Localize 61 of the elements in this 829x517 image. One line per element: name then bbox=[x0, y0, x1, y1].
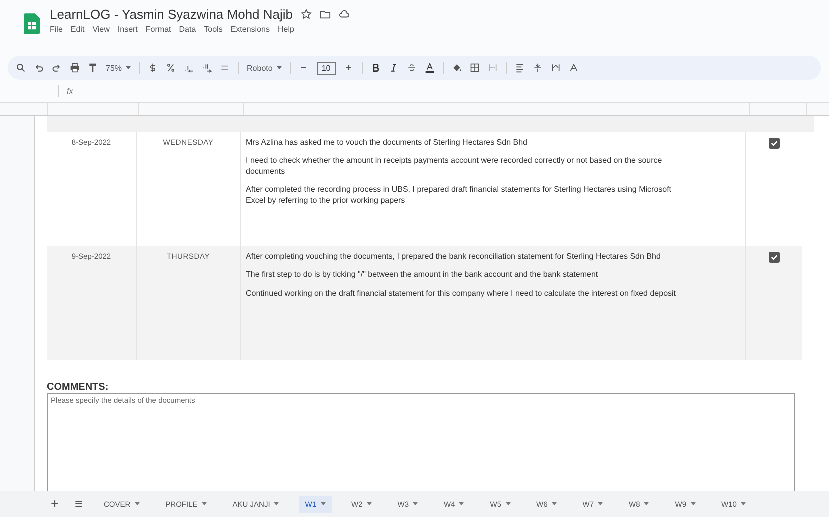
percent-icon[interactable] bbox=[166, 63, 176, 73]
checkbox[interactable] bbox=[768, 252, 780, 263]
formula-label: fx bbox=[67, 86, 74, 96]
font-size-field[interactable]: 10 bbox=[316, 62, 336, 74]
checkbox[interactable] bbox=[768, 138, 780, 149]
caret-icon[interactable] bbox=[126, 66, 132, 70]
note-text: After completing vouching the documents, I prepared the bank reconciliation statement for Sterling Hectares Sdn Bhd bbox=[246, 252, 662, 262]
currency-icon[interactable] bbox=[148, 63, 158, 73]
caret-icon[interactable] bbox=[276, 66, 282, 70]
star-icon[interactable] bbox=[301, 9, 312, 20]
add-sheet-icon[interactable] bbox=[50, 499, 60, 509]
menu-item[interactable]: Extensions bbox=[230, 25, 270, 34]
caret-icon[interactable] bbox=[274, 502, 280, 506]
bold-icon[interactable] bbox=[370, 63, 381, 73]
caret-icon[interactable] bbox=[459, 502, 464, 506]
caret-icon[interactable] bbox=[644, 502, 650, 506]
paint-format-icon[interactable] bbox=[88, 63, 98, 73]
document-title[interactable]: LearnLOG - Yasmin Syazwina Mohd Najib bbox=[50, 7, 294, 22]
undo-icon[interactable] bbox=[34, 63, 44, 73]
caret-icon[interactable] bbox=[690, 502, 696, 506]
caret-icon[interactable] bbox=[134, 502, 140, 506]
caret-icon[interactable] bbox=[552, 502, 557, 506]
font-select[interactable]: Roboto bbox=[247, 64, 273, 72]
print-icon[interactable] bbox=[70, 63, 80, 73]
menu-item[interactable]: Data bbox=[179, 25, 196, 34]
sheet-list-icon[interactable] bbox=[74, 499, 84, 509]
vertical-align-icon[interactable] bbox=[532, 63, 543, 73]
menu-item[interactable]: View bbox=[92, 25, 110, 34]
fill-color-icon[interactable] bbox=[452, 63, 462, 73]
comments-label: COMMENTS: bbox=[47, 382, 110, 393]
menu-item[interactable]: Tools bbox=[204, 25, 223, 34]
note-text: I need to check whether the amount in receipts payments account were recorded correctly or not based on the source documents bbox=[246, 156, 664, 178]
borders-icon[interactable] bbox=[470, 63, 480, 73]
zoom-select[interactable]: 75% bbox=[106, 64, 122, 72]
note-text: Continued working on the draft financial statement for this company where I need to calculate the interest on fixed deposit bbox=[246, 288, 678, 300]
search-icon[interactable] bbox=[16, 63, 26, 73]
decimal-increase-icon[interactable] bbox=[202, 63, 212, 73]
note-text: Mrs Azlina has asked me to vouch the documents of Sterling Hectares Sdn Bhd bbox=[246, 138, 528, 148]
note-text: The first step to do is by ticking "/" between the amount in the bank account and the bank statement bbox=[246, 270, 600, 281]
menu-item[interactable]: Help bbox=[278, 25, 294, 34]
caret-icon[interactable] bbox=[598, 502, 604, 506]
plus-icon[interactable] bbox=[344, 63, 354, 73]
caret-icon[interactable] bbox=[413, 502, 418, 506]
caret-icon[interactable] bbox=[740, 502, 746, 506]
menu-item[interactable]: Format bbox=[146, 25, 172, 34]
caret-icon[interactable] bbox=[320, 502, 326, 506]
note-text: After completed the recording process in UBS, I prepared draft financial statements for Sterling Hectares using Microsoft Excel by referring to the prior working papers bbox=[246, 185, 673, 206]
caret-icon[interactable] bbox=[366, 502, 372, 506]
redo-icon[interactable] bbox=[52, 63, 62, 73]
caret-icon[interactable] bbox=[506, 502, 511, 506]
caret-icon[interactable] bbox=[202, 502, 207, 506]
align-icon[interactable] bbox=[514, 63, 525, 73]
menu-item[interactable]: Edit bbox=[70, 25, 85, 34]
text-color-icon[interactable] bbox=[424, 63, 435, 73]
folder-icon[interactable] bbox=[320, 9, 332, 20]
italic-icon[interactable] bbox=[388, 63, 399, 73]
sheets-logo-icon[interactable] bbox=[24, 13, 40, 35]
menu-item[interactable]: File bbox=[50, 25, 63, 34]
strikethrough-icon[interactable] bbox=[406, 63, 417, 73]
cloud-icon[interactable] bbox=[339, 9, 350, 20]
menu-item[interactable]: Insert bbox=[118, 25, 138, 34]
